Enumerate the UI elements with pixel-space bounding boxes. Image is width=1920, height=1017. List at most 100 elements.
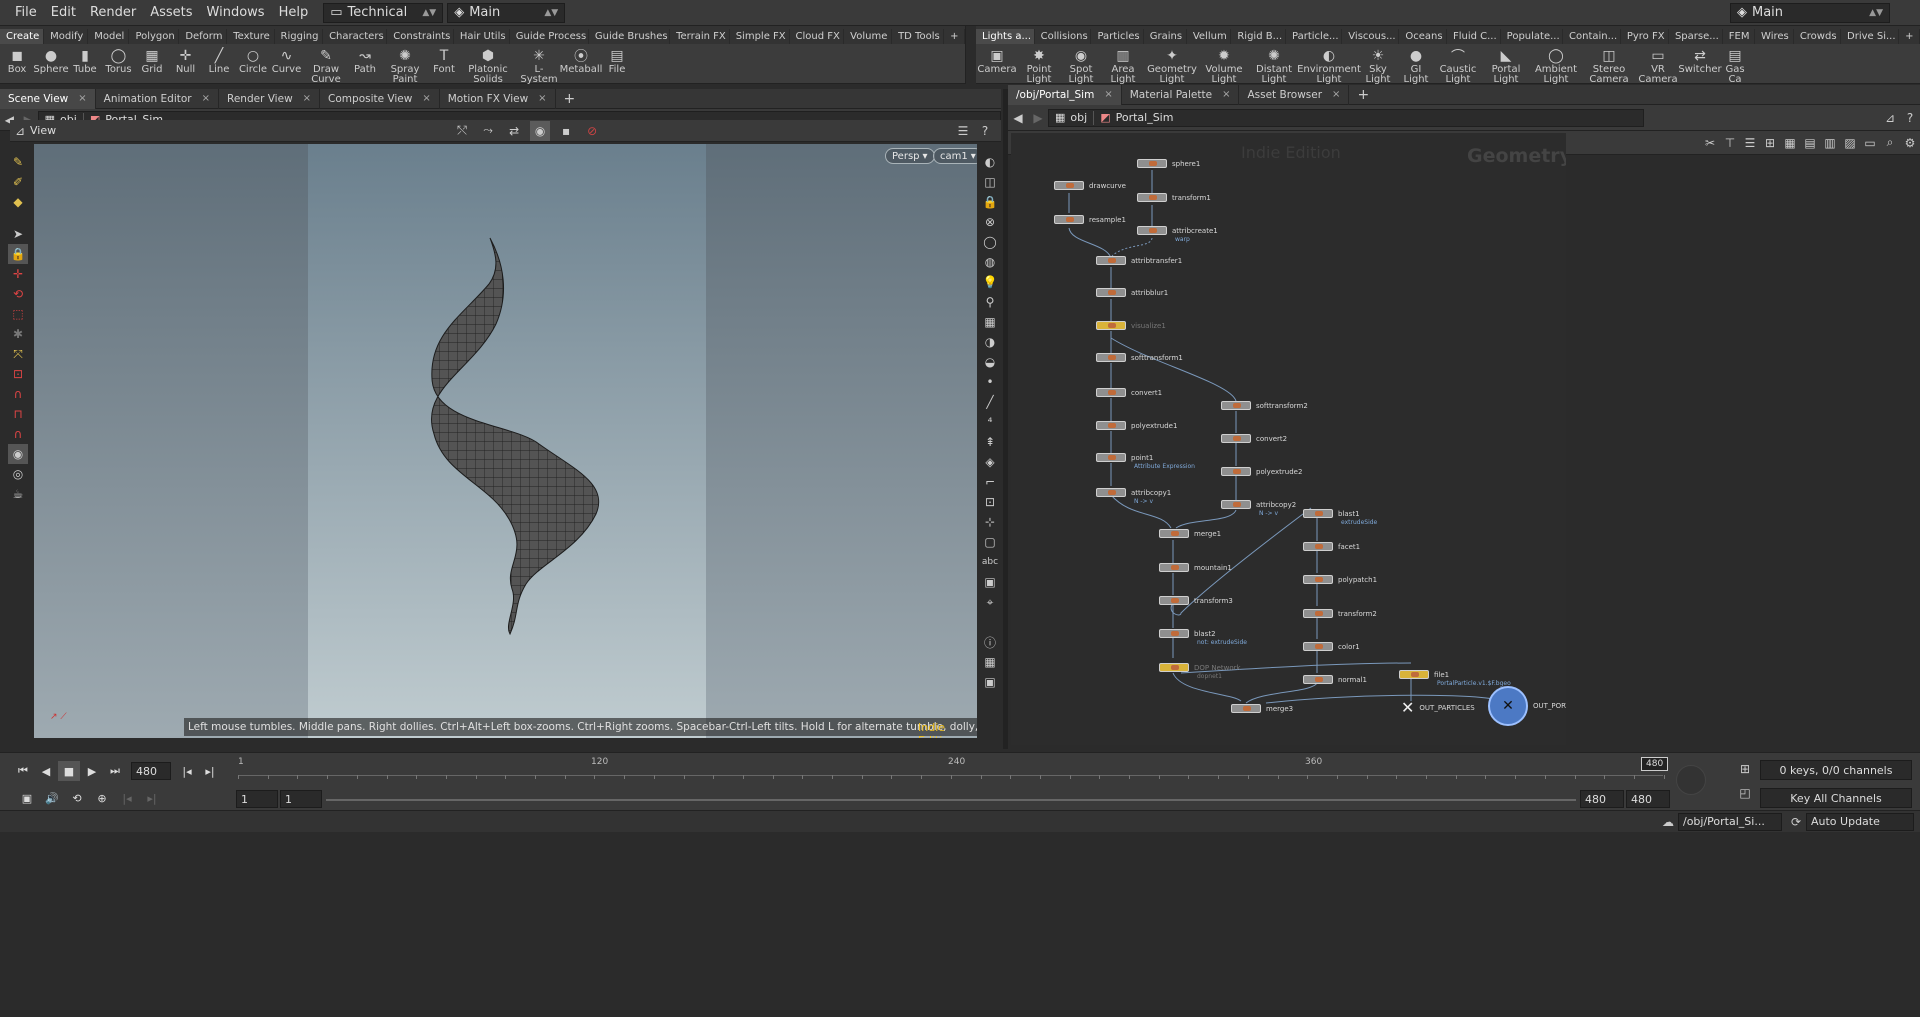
node-merge1[interactable]: merge1 (1159, 529, 1221, 538)
shelf-tab-hair-utils[interactable]: Hair Utils (454, 29, 510, 44)
search-icon[interactable]: ⌕ (1880, 133, 1900, 153)
node-box[interactable] (1221, 434, 1251, 443)
ghost-icon[interactable]: ▪ (556, 121, 576, 141)
node-polyextrude1[interactable]: polyextrude1 (1096, 421, 1177, 430)
shelf-tool-stereo-camera[interactable]: ◫ Stereo Camera (1582, 44, 1636, 85)
pane-tab-motion-fx-view[interactable]: Motion FX View × (440, 88, 556, 109)
node-box[interactable] (1159, 529, 1189, 538)
shelf-tool-switcher[interactable]: ⇄ Switcher (1678, 44, 1721, 75)
cloud-icon[interactable]: ☁ (1658, 812, 1678, 832)
right-context-select[interactable]: ◈ Main ▲▼ (1730, 2, 1890, 23)
shelf-tab-oceans[interactable]: Oceans (1399, 29, 1447, 44)
shelf-tool-portal-light[interactable]: ◣ Portal Light (1482, 44, 1530, 85)
loop-icon[interactable]: ⟲ (66, 788, 88, 808)
forward-arrow-icon[interactable]: ▶ (1028, 108, 1048, 128)
path-portal-sim[interactable]: ◩Portal_Sim (1094, 111, 1179, 124)
node-blast1[interactable]: blast1 (1303, 509, 1360, 518)
shelf-tool-gas-ca[interactable]: ▤ Gas Ca (1720, 44, 1750, 85)
node-merge3[interactable]: merge3 (1231, 704, 1293, 713)
range-start-field[interactable]: 1 (236, 790, 278, 808)
shelf-tool-vr-camera[interactable]: ▭ VR Camera (1636, 44, 1680, 85)
audio-icon[interactable]: 🔊 (41, 788, 63, 808)
node-network-editor[interactable]: Indie Edition Geometry sphere1 drawcurve t… (1011, 133, 1566, 745)
snap-icon[interactable]: ⊡ (980, 492, 1000, 512)
settings-icon[interactable]: ☰ (953, 121, 973, 141)
menu-help[interactable]: Help (272, 5, 316, 20)
step-forward-icon[interactable]: ▸| (199, 761, 221, 781)
pane-tab-composite-view[interactable]: Composite View × (320, 88, 440, 109)
update-mode-select[interactable]: Auto Update (1806, 812, 1914, 831)
tree-icon[interactable]: ⊤ (1720, 133, 1740, 153)
menu-windows[interactable]: Windows (200, 5, 272, 20)
pin-icon[interactable]: ⊿ (1880, 108, 1900, 128)
shelf-tool-l-system[interactable]: ✳ L-System (517, 44, 561, 85)
node-out-particles[interactable]: ✕ OUT_PARTICLES (1401, 698, 1475, 717)
grid-icon[interactable]: ⊞ (1760, 133, 1780, 153)
scale-icon[interactable]: ⬚ (8, 304, 28, 324)
node-box[interactable] (1221, 500, 1251, 509)
shelf-tab-pyro-fx[interactable]: Pyro FX (1621, 29, 1669, 44)
node-dopnet[interactable]: DOP Network (1159, 663, 1241, 672)
paint-tool-icon[interactable]: ◆ (8, 192, 28, 212)
node-polypatch1[interactable]: polypatch1 (1303, 575, 1377, 584)
node-normal1[interactable]: normal1 (1303, 675, 1367, 684)
node-transform1[interactable]: transform1 (1137, 193, 1211, 202)
pane-tab-animation-editor[interactable]: Animation Editor × (96, 88, 220, 109)
persp-menu[interactable]: Persp ▾ (885, 148, 935, 164)
jump-end-icon[interactable]: ⏭ (104, 761, 126, 781)
shelf-tool-environment-light[interactable]: ◐ Environment Light (1297, 44, 1361, 85)
current-frame-field[interactable]: 480 (131, 762, 171, 780)
node-transform2[interactable]: transform2 (1303, 609, 1377, 618)
lock-icon[interactable]: 🔒 (980, 192, 1000, 212)
node-softtransform1[interactable]: softtransform1 (1096, 353, 1183, 362)
node-convert2[interactable]: convert2 (1221, 434, 1287, 443)
shelf-tab-wires[interactable]: Wires (1755, 29, 1794, 44)
align-icon[interactable]: ⇄ (504, 121, 524, 141)
shelf-tab-rigging[interactable]: Rigging (275, 29, 324, 44)
brush-tool-icon[interactable]: ✐ (8, 172, 28, 192)
shelf-tab-contain[interactable]: Contain... (1563, 29, 1621, 44)
node-box[interactable] (1096, 288, 1126, 297)
pin-icon[interactable]: ⊿ (10, 121, 30, 141)
shelf-tool-torus[interactable]: ◯ Torus (102, 44, 135, 75)
shelf-tab-viscous[interactable]: Viscous... (1342, 29, 1400, 44)
shelf-tab-collisions[interactable]: Collisions (1035, 29, 1092, 44)
bulb-icon[interactable]: 💡 (980, 272, 1000, 292)
pane-tab-render-view[interactable]: Render View × (219, 88, 321, 109)
3d-viewport[interactable]: Persp ▾ cam1 ▾ Left mouse tumbles. Middle … (34, 144, 977, 738)
node-point1[interactable]: point1 (1096, 453, 1153, 462)
teapot-icon[interactable]: ☕ (8, 484, 28, 504)
vis-icon[interactable]: ◒ (980, 352, 1000, 372)
channels-icon[interactable]: ⊞ (1735, 759, 1755, 779)
node-box[interactable] (1159, 629, 1189, 638)
info-icon[interactable]: ⓘ (980, 632, 1000, 652)
menu-edit[interactable]: Edit (44, 5, 83, 20)
node-box[interactable] (1137, 193, 1167, 202)
node-facet1[interactable]: facet1 (1303, 542, 1360, 551)
image-icon[interactable]: ▣ (980, 572, 1000, 592)
list-icon[interactable]: ☰ (1740, 133, 1760, 153)
shelf-tool-font[interactable]: T Font (429, 44, 459, 75)
node-box[interactable] (1231, 704, 1261, 713)
shelf-tab-grains[interactable]: Grains (1144, 29, 1187, 44)
shelf-tool-sphere[interactable]: ● Sphere (33, 44, 68, 75)
shelf-tab-rigid-b[interactable]: Rigid B... (1231, 29, 1287, 44)
shelf-tab-populate[interactable]: Populate... (1501, 29, 1563, 44)
shelf-tool-camera[interactable]: ▣ Camera (976, 44, 1018, 75)
node-box[interactable] (1303, 575, 1333, 584)
shelf-tool-line[interactable]: ╱ Line (202, 44, 236, 75)
transform-handle-icon[interactable]: ⤧ (8, 344, 28, 364)
node-attribblur1[interactable]: attribblur1 (1096, 288, 1168, 297)
handle-tool-icon[interactable]: ✎ (8, 152, 28, 172)
close-icon[interactable]: × (538, 93, 546, 104)
close-icon[interactable]: × (78, 93, 86, 104)
display-icon[interactable]: ◉ (530, 120, 551, 141)
node-box[interactable] (1137, 159, 1167, 168)
shelf-tab-cloud-fx[interactable]: Cloud FX (790, 29, 845, 44)
shelf-tool-spray-paint[interactable]: ✺ Spray Paint (381, 44, 429, 85)
light2-icon[interactable]: ⚲ (980, 292, 1000, 312)
shelf-tool-draw-curve[interactable]: ✎ Draw Curve (303, 44, 349, 85)
add-shelf-tab-icon[interactable]: + (1899, 29, 1920, 44)
magnet-icon[interactable]: ∩ (8, 384, 28, 404)
pane-tab-material-palette[interactable]: Material Palette × (1122, 84, 1240, 105)
